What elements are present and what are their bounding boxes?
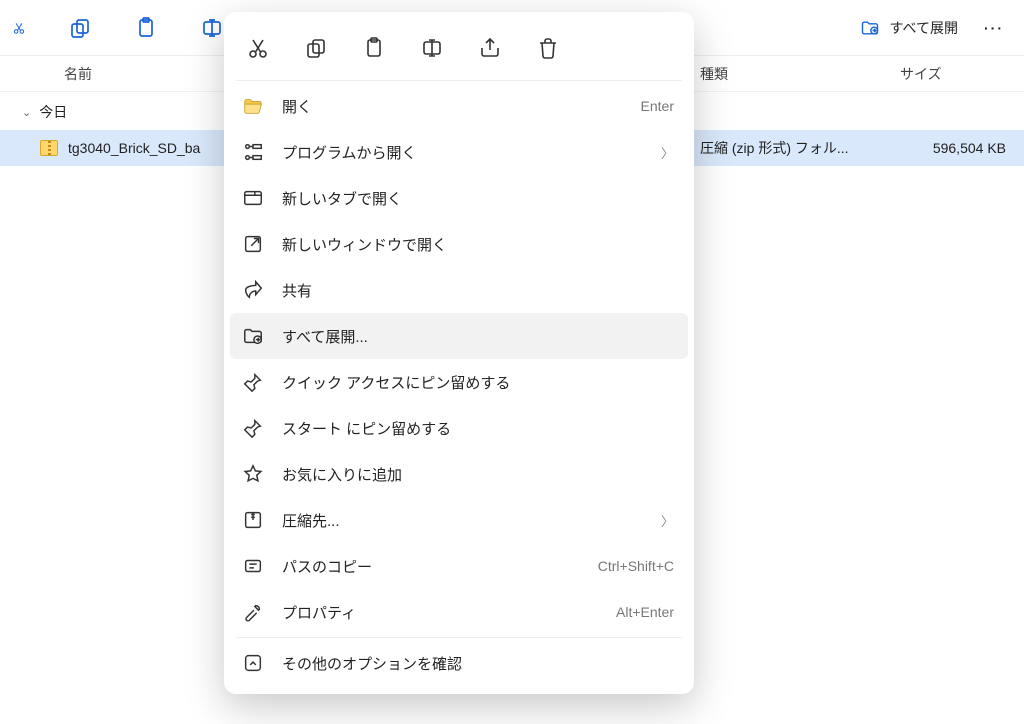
open-with-icon [242,141,264,163]
menu-compress-to[interactable]: 圧縮先... 〉 [230,497,688,543]
menu-new-tab-label: 新しいタブで開く [282,188,674,209]
share-icon[interactable] [478,36,502,60]
folder-extract-icon [242,325,264,347]
menu-open-with-label: プログラムから開く [282,142,643,163]
cut-icon[interactable] [246,36,270,60]
file-type: 圧縮 (zip 形式) フォル... [700,138,890,158]
paste-icon[interactable] [362,36,386,60]
column-type[interactable]: 種類 [700,64,890,84]
menu-pin-quick-access[interactable]: クイック アクセスにピン留めする [230,359,688,405]
menu-properties-accel: Alt+Enter [616,604,674,620]
new-tab-icon [242,187,264,209]
folder-open-icon [242,95,264,117]
menu-share[interactable]: 共有 [230,267,688,313]
menu-more-options-label: その他のオプションを確認 [282,653,674,674]
paste-icon[interactable] [134,16,158,40]
rename-icon[interactable] [420,36,444,60]
wrench-icon [242,601,264,623]
menu-copy-path-label: パスのコピー [282,556,580,577]
menu-extract-all-label: すべて展開... [282,326,674,347]
folder-arrow-icon [860,18,880,38]
file-name: tg3040_Brick_SD_ba [68,140,200,156]
chevron-right-icon: 〉 [661,143,674,162]
copy-path-icon [242,555,264,577]
copy-icon[interactable] [304,36,328,60]
menu-copy-path-accel: Ctrl+Shift+C [598,558,674,574]
menu-add-favorite[interactable]: お気に入りに追加 [230,451,688,497]
pin-icon [242,371,264,393]
group-today-label: 今日 [39,102,67,122]
menu-open-label: 開く [282,96,623,117]
column-size[interactable]: サイズ [890,64,1024,84]
chevron-down-icon: ⌄ [22,106,31,119]
menu-copy-path[interactable]: パスのコピー Ctrl+Shift+C [230,543,688,589]
rename-icon[interactable] [200,16,224,40]
menu-pin-start[interactable]: スタート にピン留めする [230,405,688,451]
menu-more-options[interactable]: その他のオプションを確認 [230,640,688,686]
menu-new-tab[interactable]: 新しいタブで開く [230,175,688,221]
more-button[interactable]: ··· [976,20,1012,36]
menu-properties[interactable]: プロパティ Alt+Enter [230,589,688,635]
menu-new-window-label: 新しいウィンドウで開く [282,234,674,255]
more-options-icon [242,652,264,674]
menu-pin-start-label: スタート にピン留めする [282,418,674,439]
delete-icon[interactable] [536,36,560,60]
menu-properties-label: プロパティ [282,602,598,623]
menu-extract-all[interactable]: すべて展開... [230,313,688,359]
external-window-icon [242,233,264,255]
menu-open-accel: Enter [641,98,674,114]
file-size: 596,504 KB [890,140,1024,156]
cut-icon[interactable] [12,16,26,40]
menu-open-with[interactable]: プログラムから開く 〉 [230,129,688,175]
separator [236,637,682,638]
share-arrow-icon [242,279,264,301]
separator [236,80,682,81]
expand-all-label: すべて展開 [890,18,958,38]
menu-open[interactable]: 開く Enter [230,83,688,129]
expand-all-button[interactable]: すべて展開 [860,18,958,38]
menu-new-window[interactable]: 新しいウィンドウで開く [230,221,688,267]
archive-icon [242,509,264,531]
star-icon [242,463,264,485]
menu-pin-quick-label: クイック アクセスにピン留めする [282,372,674,393]
zip-file-icon [40,140,58,156]
menu-add-favorite-label: お気に入りに追加 [282,464,674,485]
chevron-right-icon: 〉 [661,511,674,530]
copy-icon[interactable] [68,16,92,40]
context-menu: 開く Enter プログラムから開く 〉 新しいタブで開く 新しいウィンドウで開… [224,12,694,694]
menu-compress-to-label: 圧縮先... [282,510,643,531]
context-menu-quick-actions [230,20,688,78]
menu-share-label: 共有 [282,280,674,301]
pin-icon [242,417,264,439]
